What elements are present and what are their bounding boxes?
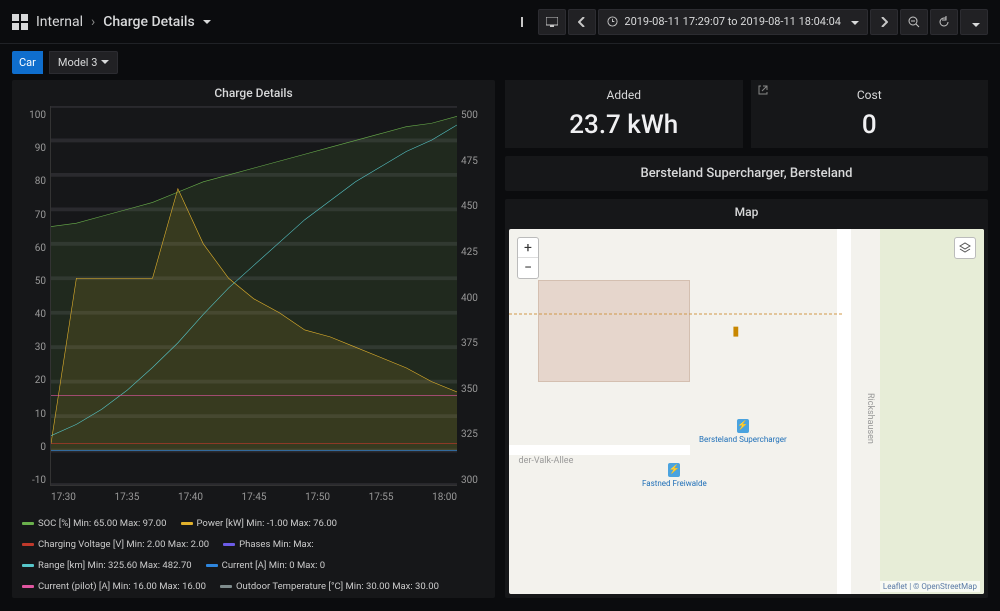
- stat-cost: Cost 0: [751, 80, 989, 148]
- time-range-label: 2019-08-11 17:29:07 to 2019-08-11 18:04:…: [624, 15, 841, 28]
- cycle-view-button[interactable]: [538, 9, 566, 35]
- y-axis-left: 1009080706050403020100-10: [12, 106, 50, 514]
- map-road-horizontal: [509, 445, 690, 455]
- legend-swatch: [22, 564, 34, 567]
- time-next-button[interactable]: [870, 9, 898, 35]
- map-building: [538, 280, 690, 382]
- variable-label: Car: [12, 51, 43, 74]
- legend-item[interactable]: Range [km] Min: 325.60 Max: 482.70: [22, 560, 192, 571]
- legend-item[interactable]: Power [kW] Min: -1.00 Max: 76.00: [181, 518, 338, 529]
- x-axis: 17:3017:3517:4017:4517:5017:5518:00: [51, 492, 457, 503]
- refresh-button[interactable]: [930, 9, 958, 35]
- stat-added-value: 23.7 kWh: [513, 110, 735, 140]
- map-zoom-out[interactable]: −: [518, 258, 538, 278]
- legend-label: Current [A] Min: 0 Max: 0: [222, 560, 325, 571]
- map-poi-2[interactable]: Fastned Freiwalde: [642, 463, 707, 488]
- breadcrumb-folder[interactable]: Internal: [36, 14, 83, 30]
- chart-plot-area[interactable]: 17:3017:3517:4017:4517:5017:5518:00: [50, 106, 457, 486]
- map-zoom-in[interactable]: +: [518, 238, 538, 258]
- legend-label: SOC [%] Min: 65.00 Max: 97.00: [38, 518, 167, 529]
- chart-legend: SOC [%] Min: 65.00 Max: 97.00 Power [kW] …: [12, 514, 495, 594]
- legend-item[interactable]: Charging Voltage [V] Min: 2.00 Max: 2.00: [22, 539, 209, 550]
- map-zoom-control: + −: [517, 237, 539, 279]
- clock-icon: [607, 16, 618, 27]
- variable-bar: Car Model 3: [0, 44, 1000, 80]
- dashboard-icon[interactable]: [12, 14, 28, 30]
- legend-item[interactable]: Outdoor Temperature [°C] Min: 30.00 Max:…: [220, 581, 439, 592]
- legend-swatch: [181, 522, 193, 525]
- legend-swatch: [22, 522, 34, 525]
- legend-label: Power [kW] Min: -1.00 Max: 76.00: [197, 518, 338, 529]
- chart-title: Charge Details: [12, 80, 495, 106]
- variable-value-dropdown[interactable]: Model 3: [49, 51, 119, 74]
- legend-label: Outdoor Temperature [°C] Min: 30.00 Max:…: [236, 581, 439, 592]
- y-axis-right: 500475450425400375350325300: [457, 106, 495, 514]
- road-name-h: der-Valk-Allee: [519, 456, 574, 466]
- breadcrumb-sep: ›: [91, 14, 95, 30]
- map-road-dashed: [509, 313, 842, 315]
- stat-added-label: Added: [513, 88, 735, 110]
- map-canvas[interactable]: Rickshausen der-Valk-Allee ▮ Bersteland …: [509, 229, 984, 594]
- map-road-vertical: [837, 229, 851, 594]
- chart-panel: Charge Details 1009080706050403020100-10…: [12, 80, 495, 598]
- legend-item[interactable]: Current [A] Min: 0 Max: 0: [206, 560, 325, 571]
- stat-cost-label: Cost: [759, 88, 981, 110]
- legend-label: Current (pilot) [A] Min: 16.00 Max: 16.0…: [38, 581, 206, 592]
- legend-label: Charging Voltage [V] Min: 2.00 Max: 2.00: [38, 539, 209, 550]
- map-panel: Map Rickshausen der-Valk-Allee ▮ Berstel…: [505, 199, 988, 598]
- legend-label: Range [km] Min: 325.60 Max: 482.70: [38, 560, 192, 571]
- map-attribution[interactable]: Leaflet | © OpenStreetMap: [880, 581, 980, 592]
- map-poi-1[interactable]: Bersteland Supercharger: [699, 419, 787, 444]
- zoom-out-button[interactable]: [900, 9, 928, 35]
- legend-swatch: [220, 585, 232, 588]
- location-panel: Bersteland Supercharger, Bersteland: [505, 156, 988, 191]
- breadcrumb: Internal › Charge Details: [36, 14, 211, 30]
- time-range-picker[interactable]: 2019-08-11 17:29:07 to 2019-08-11 18:04:…: [598, 9, 868, 35]
- topbar: Internal › Charge Details 2019-08-11 17:…: [0, 0, 1000, 44]
- map-marker-icon: ▮: [732, 324, 739, 339]
- legend-label: Phases Min: Max:: [239, 539, 314, 550]
- legend-swatch: [22, 543, 34, 546]
- legend-swatch: [22, 585, 34, 588]
- map-green-area: [880, 229, 985, 594]
- time-prev-button[interactable]: [568, 9, 596, 35]
- external-link-icon[interactable]: [757, 84, 769, 96]
- stat-cost-value: 0: [759, 110, 981, 140]
- map-title: Map: [505, 199, 988, 225]
- legend-swatch: [206, 564, 218, 567]
- legend-item[interactable]: Phases Min: Max:: [223, 539, 314, 550]
- legend-item[interactable]: Current (pilot) [A] Min: 16.00 Max: 16.0…: [22, 581, 206, 592]
- map-layers-button[interactable]: [954, 237, 976, 259]
- legend-item[interactable]: SOC [%] Min: 65.00 Max: 97.00: [22, 518, 167, 529]
- breadcrumb-title[interactable]: Charge Details: [103, 14, 210, 30]
- stat-added: Added 23.7 kWh: [505, 80, 743, 148]
- refresh-menu-button[interactable]: [960, 9, 988, 35]
- road-name-v: Rickshausen: [865, 393, 875, 444]
- add-panel-button[interactable]: [508, 9, 536, 35]
- legend-swatch: [223, 543, 235, 546]
- chevron-down-icon: [847, 15, 859, 28]
